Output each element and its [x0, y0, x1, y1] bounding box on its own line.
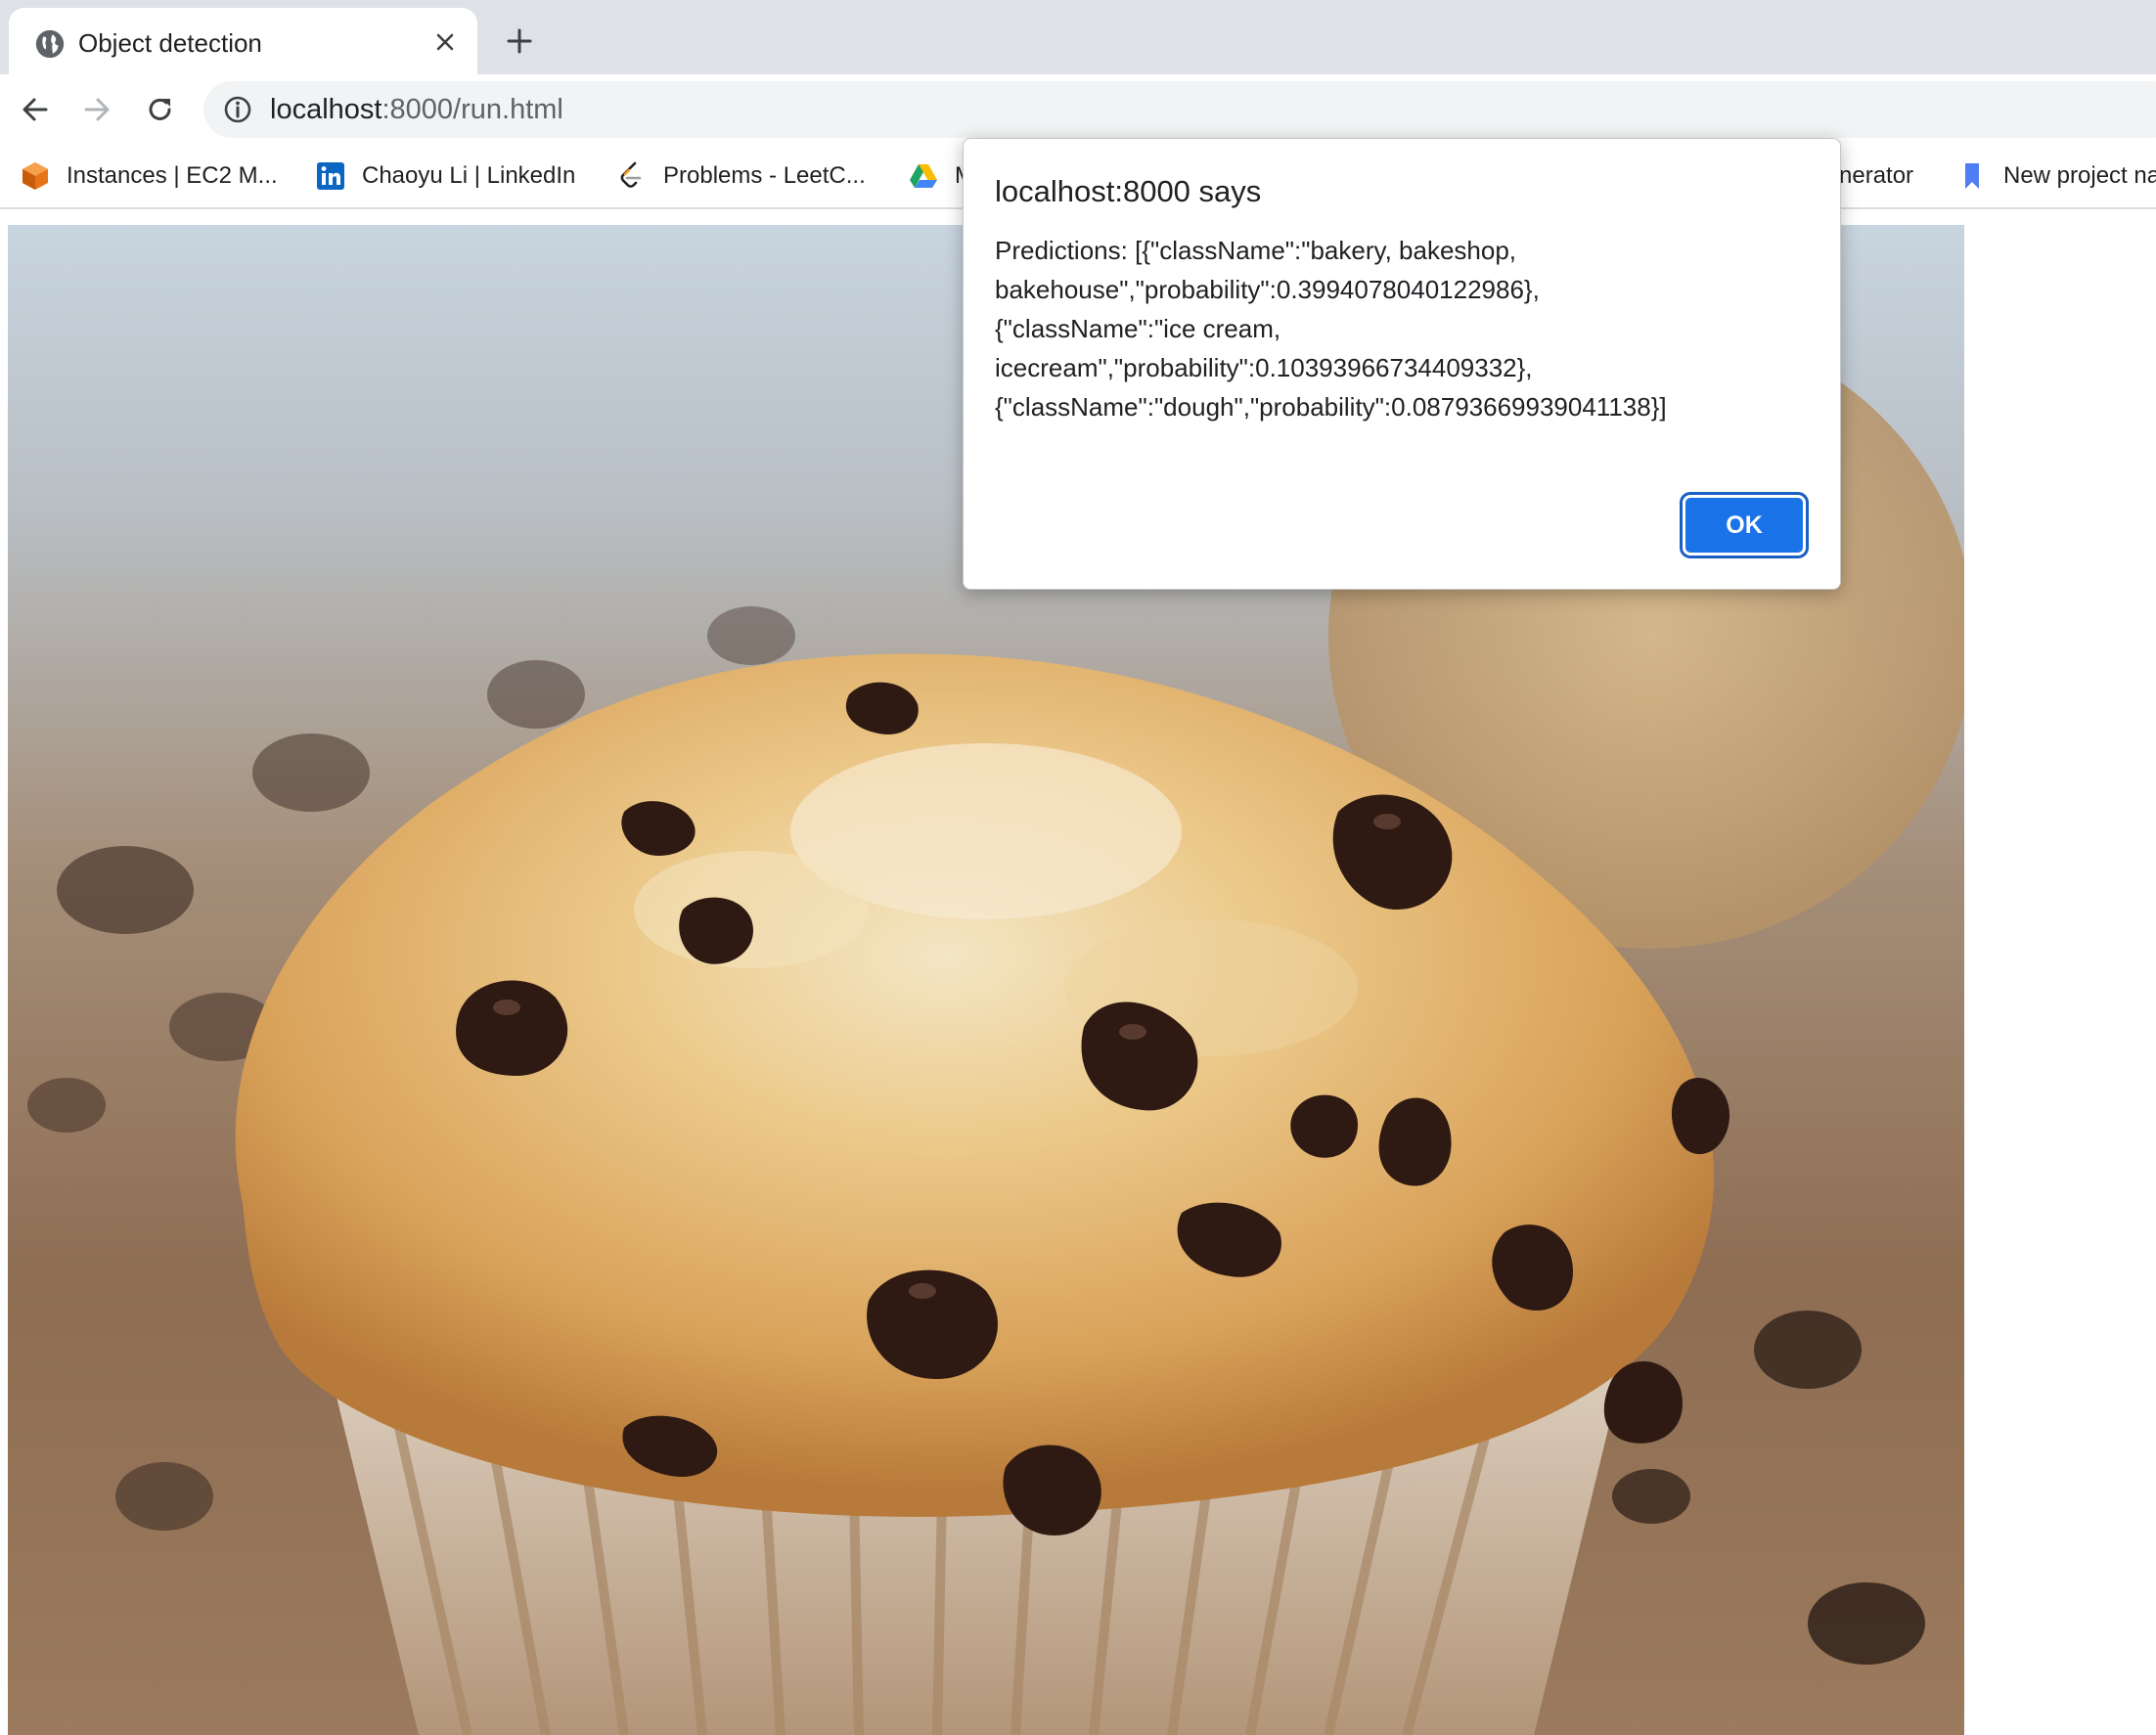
- close-icon[interactable]: [428, 25, 462, 59]
- bookmark-linkedin[interactable]: Chaoyu Li | LinkedIn: [315, 158, 575, 194]
- dialog-message-line: {"className":"dough","probability":0.087…: [995, 392, 1667, 422]
- plus-icon[interactable]: [500, 22, 539, 61]
- globe-icon: [35, 29, 65, 59]
- bookmark-instances-ec2[interactable]: Instances | EC2 M...: [20, 158, 278, 194]
- bookmark-leetcode[interactable]: Problems - LeetC...: [616, 158, 866, 194]
- bookmark-label: New project na: [2003, 162, 2156, 189]
- dialog-message: Predictions: [{"className":"bakery, bake…: [995, 231, 1817, 426]
- url-host: localhost: [270, 94, 382, 125]
- bookmark-new-project[interactable]: New project na: [1956, 158, 2156, 194]
- url-path: :8000/run.html: [382, 94, 563, 125]
- address-bar[interactable]: localhost:8000/run.html: [203, 81, 2156, 138]
- ok-button[interactable]: OK: [1680, 492, 1809, 558]
- dialog-message-line: bakehouse","probability":0.3994078040122…: [995, 275, 1540, 304]
- info-icon[interactable]: [223, 95, 252, 124]
- linkedin-icon: [317, 162, 344, 190]
- alert-dialog: localhost:8000 says Predictions: [{"clas…: [963, 138, 1841, 590]
- google-drive-icon: [910, 164, 937, 188]
- aws-cube-icon: [22, 162, 48, 190]
- dialog-title: localhost:8000 says: [995, 174, 1262, 208]
- bookmark-generator[interactable]: nerator: [1839, 158, 1913, 194]
- leetcode-icon: [620, 161, 642, 188]
- arrow-left-icon[interactable]: [14, 88, 57, 131]
- tab-strip: Object detection: [0, 0, 2156, 74]
- arrow-right-icon[interactable]: [75, 88, 118, 131]
- url-text[interactable]: localhost:8000/run.html: [270, 92, 563, 127]
- dialog-message-line: icecream","probability":0.10393966734409…: [995, 353, 1533, 382]
- tab-object-detection[interactable]: Object detection: [9, 8, 477, 74]
- bookmark-icon: [1965, 163, 1979, 189]
- dialog-message-line: Predictions: [{"className":"bakery, bake…: [995, 236, 1517, 265]
- browser-toolbar: localhost:8000/run.html: [0, 74, 2156, 147]
- bookmark-label: nerator: [1839, 162, 1914, 189]
- bookmark-label: Problems - LeetC...: [663, 162, 866, 189]
- bookmark-label: Chaoyu Li | LinkedIn: [362, 162, 576, 189]
- reload-icon[interactable]: [139, 88, 182, 131]
- bookmark-label: Instances | EC2 M...: [67, 162, 278, 189]
- tab-title: Object detection: [78, 28, 262, 58]
- dialog-message-line: {"className":"ice cream,: [995, 314, 1281, 343]
